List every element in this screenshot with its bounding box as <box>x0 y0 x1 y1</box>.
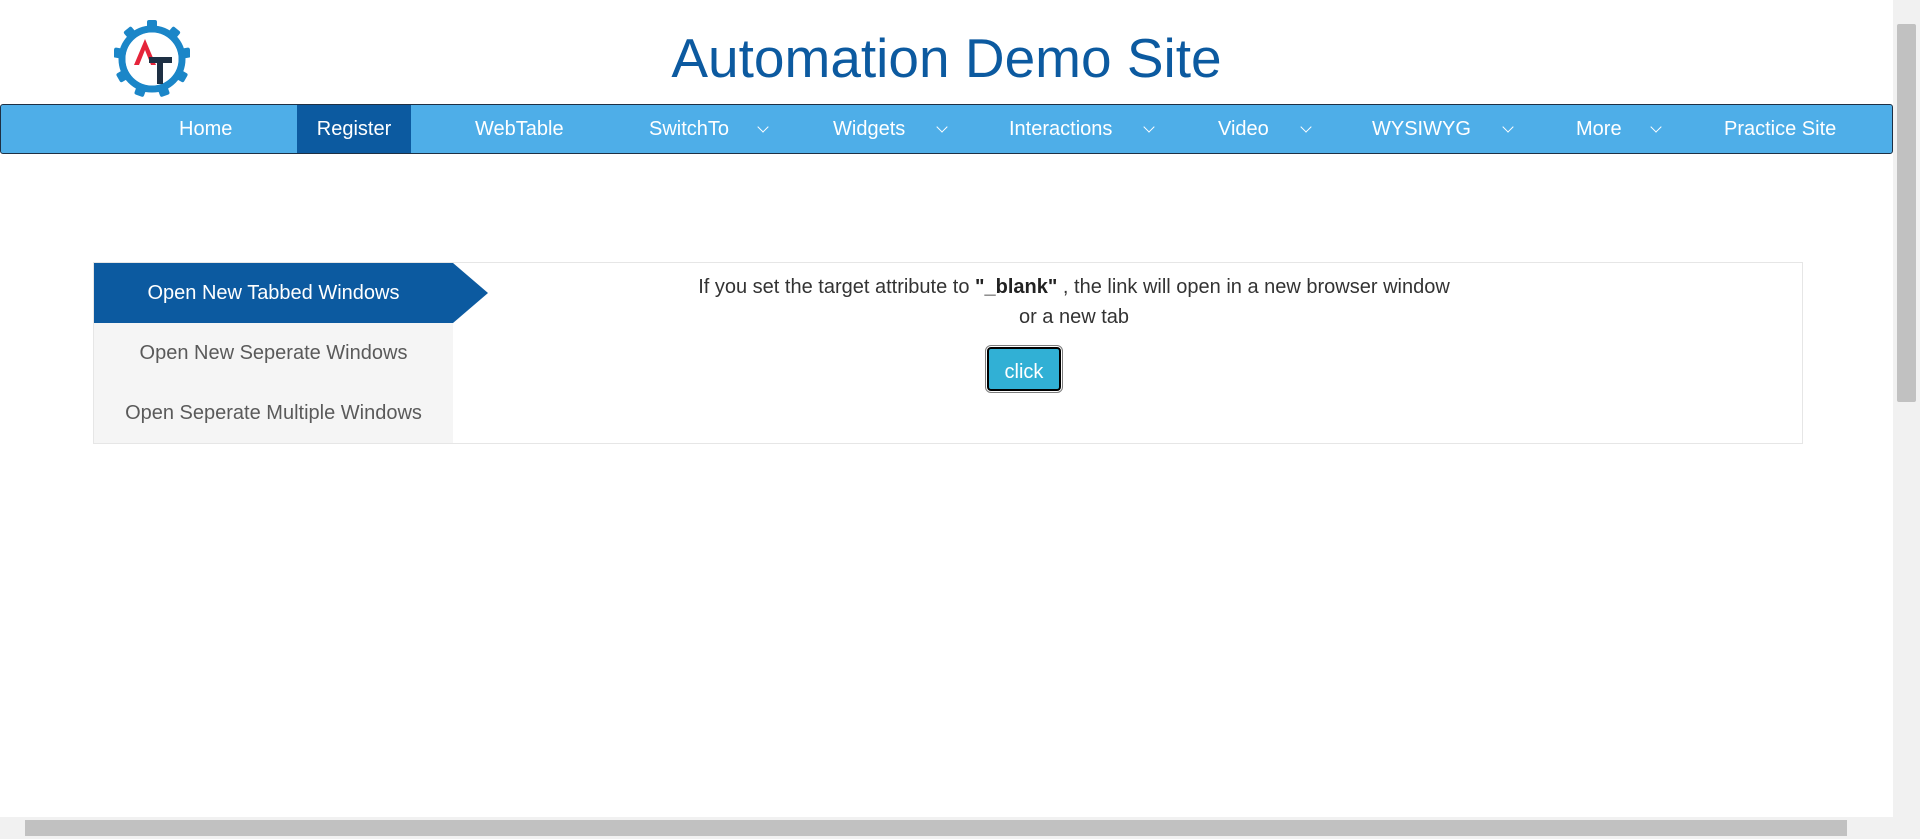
tab-label: Open Seperate Multiple Windows <box>125 402 422 424</box>
chevron-down-icon <box>936 121 948 133</box>
nav-home-label: Home <box>179 118 233 140</box>
tab-open-new-tabbed-windows[interactable]: Open New Tabbed Windows <box>94 263 453 323</box>
tab-label: Open New Seperate Windows <box>139 342 408 364</box>
windows-tabs-panel: Open New Tabbed Windows Open New Seperat… <box>93 262 1803 444</box>
nav-home[interactable]: Home <box>179 105 232 153</box>
tab-open-new-seperate-windows[interactable]: Open New Seperate Windows <box>94 323 453 383</box>
blank-keyword: "_blank" <box>975 276 1058 298</box>
chevron-down-icon <box>1143 121 1155 133</box>
chevron-down-icon <box>1300 121 1312 133</box>
nav-practice-site[interactable]: Practice Site <box>1724 105 1836 153</box>
nav-interactions-label: Interactions <box>1009 118 1113 140</box>
description-text-before: If you set the target attribute to <box>698 276 976 298</box>
nav-switchto-label: SwitchTo <box>649 118 730 140</box>
description-text-after: , the link will open in a new browser wi… <box>1057 276 1450 298</box>
nav-register[interactable]: Register <box>297 105 411 153</box>
description-line-2: or a new tab <box>1018 306 1130 328</box>
vertical-scroll-thumb[interactable] <box>1897 24 1916 402</box>
chevron-down-icon <box>757 121 769 133</box>
site-title: Automation Demo Site <box>671 27 1222 89</box>
nav-webtable-label: WebTable <box>475 118 564 140</box>
nav-more-label: More <box>1576 118 1622 140</box>
chevron-down-icon <box>1502 121 1514 133</box>
tab-description: If you set the target attribute to "_bla… <box>624 272 1524 332</box>
active-tab-arrow <box>453 263 488 323</box>
nav-interactions[interactable]: Interactions <box>1009 105 1159 153</box>
nav-video[interactable]: Video <box>1218 105 1318 153</box>
nav-switchto[interactable]: SwitchTo <box>649 105 769 153</box>
vertical-scrollbar[interactable] <box>1893 0 1920 839</box>
horizontal-scrollbar[interactable] <box>0 817 1893 839</box>
nav-widgets[interactable]: Widgets <box>833 105 948 153</box>
nav-wysiwyg[interactable]: WYSIWYG <box>1372 105 1522 153</box>
horizontal-scroll-thumb[interactable] <box>25 820 1847 836</box>
page: Automation Demo Site Home Register WebTa… <box>0 0 1920 839</box>
nav-video-label: Video <box>1218 118 1269 140</box>
chevron-down-icon <box>1650 121 1662 133</box>
nav-practice-site-label: Practice Site <box>1724 118 1837 140</box>
nav-widgets-label: Widgets <box>833 118 906 140</box>
nav-more[interactable]: More <box>1576 105 1676 153</box>
click-button[interactable]: click <box>985 345 1063 393</box>
nav-webtable[interactable]: WebTable <box>475 105 564 153</box>
tab-open-seperate-multiple-windows[interactable]: Open Seperate Multiple Windows <box>94 383 453 443</box>
tab-list: Open New Tabbed Windows Open New Seperat… <box>94 263 453 443</box>
description-line-1: If you set the target attribute to "_bla… <box>624 272 1524 302</box>
nav-register-label: Register <box>316 118 392 140</box>
nav-wysiwyg-label: WYSIWYG <box>1372 118 1471 140</box>
tab-label: Open New Tabbed Windows <box>147 282 400 304</box>
main-navbar: Home Register WebTable SwitchTo Widgets … <box>0 104 1893 154</box>
